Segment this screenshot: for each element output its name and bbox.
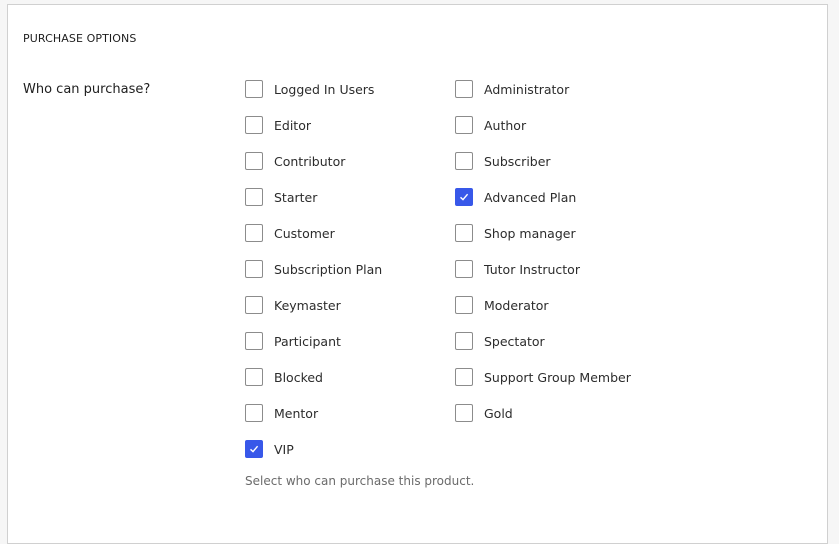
role-option-label: VIP: [274, 441, 294, 457]
purchase-options-panel: PURCHASE OPTIONS Who can purchase?: [7, 4, 828, 544]
role-checkbox[interactable]: [455, 80, 473, 98]
role-option[interactable]: Mentor: [245, 402, 318, 424]
role-option[interactable]: Participant: [245, 330, 341, 352]
role-option-label: Tutor Instructor: [484, 261, 580, 277]
role-checkbox[interactable]: [245, 188, 263, 206]
role-option-label: Logged In Users: [274, 81, 375, 97]
role-option[interactable]: Advanced Plan: [455, 186, 576, 208]
role-option-label: Subscriber: [484, 153, 551, 169]
role-option[interactable]: Moderator: [455, 294, 549, 316]
role-option[interactable]: Subscription Plan: [245, 258, 382, 280]
role-option-label: Contributor: [274, 153, 346, 169]
role-checkbox[interactable]: [455, 332, 473, 350]
role-option[interactable]: Customer: [245, 222, 335, 244]
role-checkbox[interactable]: [455, 224, 473, 242]
role-option-label: Customer: [274, 225, 335, 241]
role-option-label: Keymaster: [274, 297, 341, 313]
role-option-label: Support Group Member: [484, 369, 631, 385]
role-option[interactable]: Gold: [455, 402, 513, 424]
role-option-label: Advanced Plan: [484, 189, 577, 205]
checkmark-icon: [460, 193, 469, 201]
role-checkbox[interactable]: [245, 116, 263, 134]
role-option-label: Blocked: [274, 369, 323, 385]
role-option[interactable]: Logged In Users: [245, 78, 374, 100]
role-option-label: Subscription Plan: [274, 261, 383, 277]
role-option[interactable]: Author: [455, 114, 526, 136]
role-checkbox[interactable]: [245, 224, 263, 242]
role-option[interactable]: Editor: [245, 114, 311, 136]
role-option-label: Author: [484, 117, 527, 133]
role-option[interactable]: Keymaster: [245, 294, 341, 316]
role-checkbox[interactable]: [245, 296, 263, 314]
role-option-label: Shop manager: [484, 225, 576, 241]
role-option-label: Administrator: [484, 81, 570, 97]
section-title: PURCHASE OPTIONS: [23, 32, 137, 45]
role-option[interactable]: Shop manager: [455, 222, 576, 244]
role-option-label: Gold: [484, 405, 513, 421]
role-option[interactable]: VIP: [245, 438, 294, 460]
role-checkbox[interactable]: [245, 260, 263, 278]
role-checkbox[interactable]: [245, 80, 263, 98]
role-checkbox[interactable]: [455, 404, 473, 422]
role-option-label: Participant: [274, 333, 341, 349]
role-option[interactable]: Starter: [245, 186, 317, 208]
help-text: Select who can purchase this product.: [245, 474, 475, 488]
role-checkbox[interactable]: [455, 368, 473, 386]
role-option-label: Starter: [274, 189, 318, 205]
who-can-purchase-label: Who can purchase?: [23, 82, 151, 97]
role-checkbox[interactable]: [245, 440, 263, 458]
role-checkbox[interactable]: [455, 296, 473, 314]
role-checkbox[interactable]: [455, 116, 473, 134]
role-checkbox[interactable]: [245, 404, 263, 422]
role-option-label: Mentor: [274, 405, 319, 421]
role-checkbox[interactable]: [245, 332, 263, 350]
role-checkbox[interactable]: [455, 260, 473, 278]
role-option-label: Spectator: [484, 333, 545, 349]
role-option[interactable]: Tutor Instructor: [455, 258, 580, 280]
role-option[interactable]: Subscriber: [455, 150, 551, 172]
role-option[interactable]: Support Group Member: [455, 366, 631, 388]
role-option-label: Moderator: [484, 297, 549, 313]
role-option[interactable]: Contributor: [245, 150, 345, 172]
role-option-label: Editor: [274, 117, 311, 133]
role-option[interactable]: Blocked: [245, 366, 323, 388]
role-checkbox[interactable]: [455, 188, 473, 206]
role-checkbox[interactable]: [455, 152, 473, 170]
checkmark-icon: [250, 445, 259, 453]
role-checkbox[interactable]: [245, 368, 263, 386]
role-checkbox[interactable]: [245, 152, 263, 170]
role-option[interactable]: Spectator: [455, 330, 545, 352]
role-option[interactable]: Administrator: [455, 78, 569, 100]
